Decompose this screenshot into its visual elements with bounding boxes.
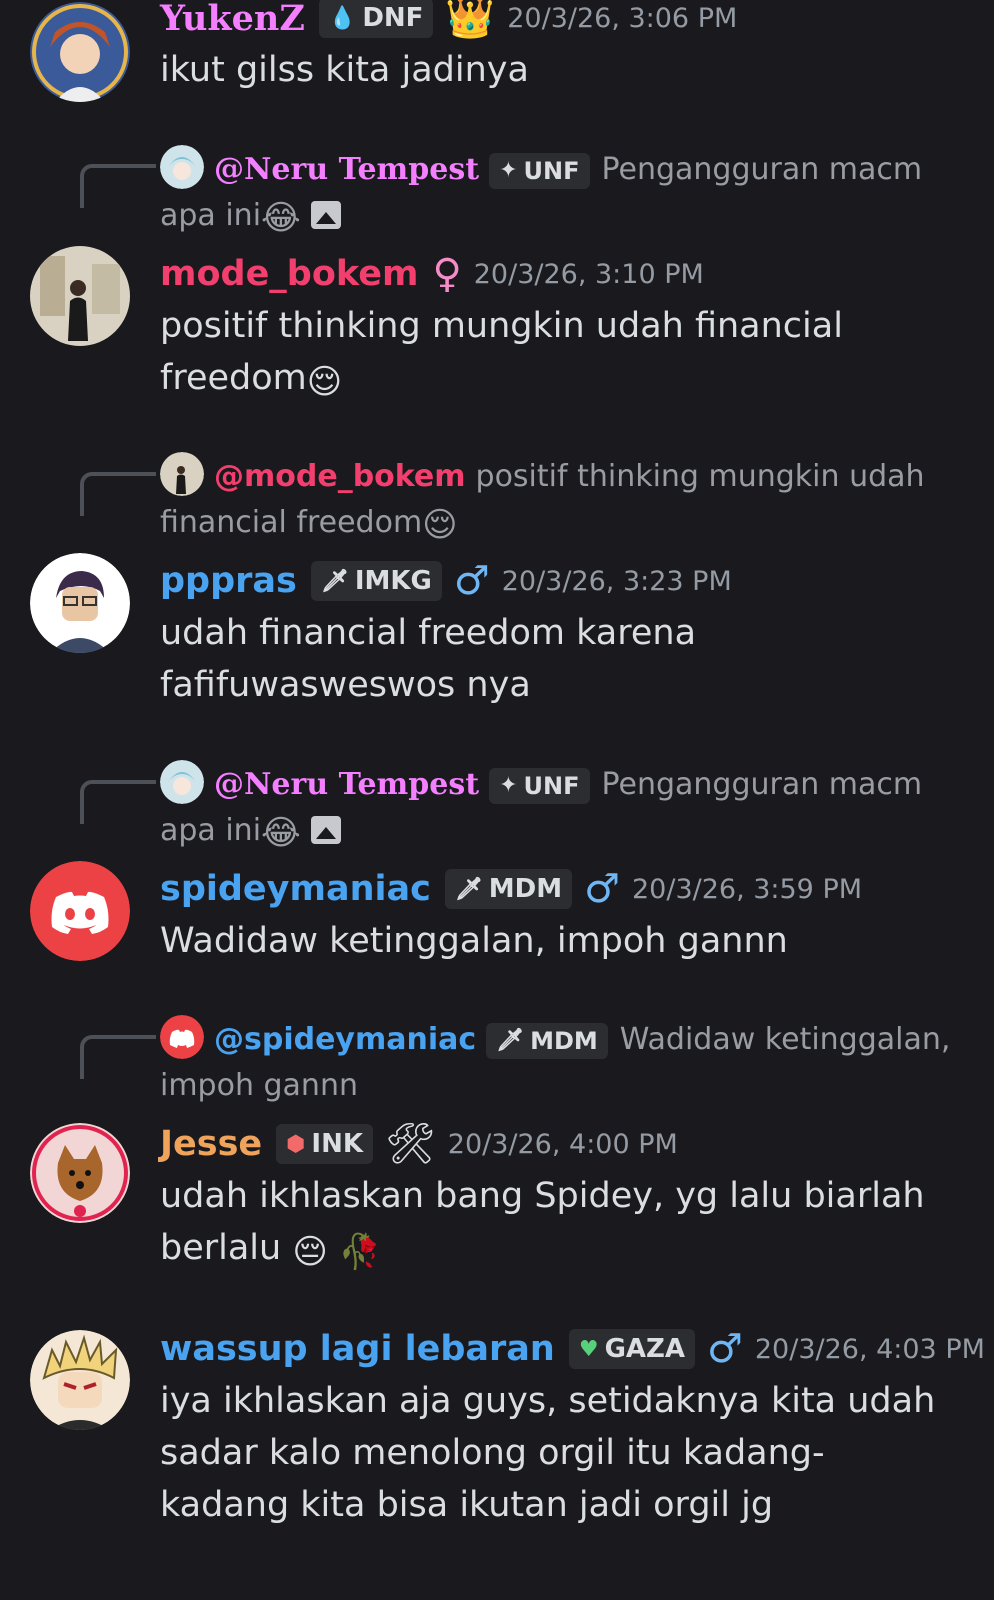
username[interactable]: wassup lagi lebaran [160, 1329, 555, 1369]
username[interactable]: pppras [160, 561, 297, 601]
reply-server-tag: ✦ UNF [489, 768, 590, 804]
timestamp: 20/3/26, 4:00 PM [447, 1128, 678, 1160]
username[interactable]: spideymaniac [160, 869, 431, 909]
crown-icon: 👑 [445, 0, 496, 41]
reply-username[interactable]: @Neru Tempest [214, 767, 479, 802]
server-tag[interactable]: 🗡 MDM [444, 869, 573, 909]
red-gem-icon: ⬢ [286, 1131, 306, 1157]
username[interactable]: YukenZ [160, 0, 305, 39]
message-header: Jesse ⬢ INK 🛠 20/3/26, 4:00 PM [160, 1118, 678, 1170]
message-header: mode_bokem ♀ 20/3/26, 3:10 PM [160, 248, 704, 300]
reply-server-tag: 🗡 MDM [486, 1023, 608, 1059]
message-content: ikut gilss kita jadinya [160, 50, 529, 90]
server-tag-label: DNF [362, 3, 424, 33]
reply-avatar [160, 1015, 204, 1059]
reply-avatar [160, 452, 204, 496]
server-tag-label: IMKG [354, 566, 432, 596]
server-tag[interactable]: ♥ GAZA [568, 1329, 695, 1369]
message-header: spideymaniac 🗡 MDM ♂ 20/3/26, 3:59 PM [160, 863, 862, 915]
server-tag-label: GAZA [604, 1334, 685, 1364]
reply-username[interactable]: @spideymaniac [214, 1022, 476, 1057]
sparkle-icon: ✦ [499, 773, 518, 798]
reply-connector [80, 1035, 156, 1079]
timestamp: 20/3/26, 3:59 PM [631, 873, 863, 905]
avatar[interactable] [30, 1330, 130, 1430]
male-icon: ♂ [584, 866, 620, 912]
water-drop-icon: 💧 [328, 5, 357, 31]
server-tag[interactable]: ⬢ INK [276, 1124, 373, 1164]
reply-emoji: 😂 [261, 813, 301, 853]
message-header: pppras 🗡 IMKG ♂ 20/3/26, 3:23 PM [160, 555, 732, 607]
server-tag-label: MDM [488, 874, 563, 904]
image-icon [310, 201, 341, 229]
message-header: YukenZ 💧 DNF 👑 20/3/26, 3:06 PM [160, 0, 737, 44]
reply-emoji: 😂 [261, 198, 301, 238]
reply-preview[interactable]: @spideymaniac 🗡 MDM Wadidaw ketinggalan, im… [160, 1015, 960, 1109]
male-icon: ♂ [707, 1326, 743, 1372]
timestamp: 20/3/26, 4:03 PM [754, 1333, 985, 1365]
tools-icon: 🛠 [384, 1121, 436, 1167]
image-icon [310, 816, 341, 844]
reply-connector [80, 472, 156, 516]
timestamp: 20/3/26, 3:23 PM [501, 565, 732, 597]
reply-connector [80, 164, 156, 208]
reply-tag-label: UNF [523, 772, 580, 800]
avatar[interactable] [30, 246, 130, 346]
reply-username[interactable]: @Neru Tempest [214, 152, 479, 187]
server-tag-label: INK [311, 1129, 363, 1159]
message-content: iya ikhlaskan aja guys, setidaknya kita … [160, 1381, 936, 1525]
server-tag[interactable]: 💧 DNF [318, 0, 434, 38]
sword-icon: 🗡 [454, 876, 483, 902]
avatar[interactable] [30, 553, 130, 653]
avatar[interactable] [30, 1123, 130, 1223]
timestamp: 20/3/26, 3:06 PM [507, 2, 738, 34]
message-content: udah ikhlaskan bang Spidey, yg lalu biar… [160, 1170, 940, 1274]
relieved-emoji: 😌 [306, 362, 343, 402]
server-tag[interactable]: 🗡 IMKG [310, 561, 442, 601]
reply-tag-label: MDM [530, 1027, 598, 1055]
message-content: udah financial freedom karena fafifuwasw… [160, 613, 697, 705]
username[interactable]: Jesse [160, 1124, 262, 1164]
reply-preview[interactable]: @Neru Tempest ✦ UNF Pengangguran macm apa i… [160, 760, 960, 854]
reply-connector [80, 780, 156, 824]
pensive-emoji: 😔 🥀 [292, 1232, 381, 1272]
male-icon: ♂ [453, 558, 490, 604]
reply-username[interactable]: @mode_bokem [214, 459, 466, 494]
message-text: udah ikhlaskan bang Spidey, yg lalu biar… [160, 1176, 925, 1268]
avatar[interactable] [30, 2, 130, 102]
avatar[interactable] [30, 861, 130, 961]
female-icon: ♀ [432, 251, 462, 297]
message-content: Wadidaw ketinggalan, impoh gannn [160, 921, 788, 961]
reply-tag-label: UNF [523, 157, 580, 185]
sword-icon: 🗡 [496, 1028, 525, 1053]
username[interactable]: mode_bokem [160, 254, 418, 294]
reply-preview[interactable]: @Neru Tempest ✦ UNF Pengangguran macm apa i… [160, 145, 960, 239]
message-header: wassup lagi lebaran ♥ GAZA ♂ 20/3/26, 4:… [160, 1323, 985, 1375]
sword-icon: 🗡 [320, 568, 349, 594]
timestamp: 20/3/26, 3:10 PM [473, 258, 704, 290]
green-heart-icon: ♥ [578, 1336, 599, 1362]
reply-server-tag: ✦ UNF [489, 153, 590, 189]
message-content: positif thinking mungkin udah financial … [160, 300, 940, 404]
reply-preview[interactable]: @mode_bokem positif thinking mungkin udah… [160, 452, 960, 546]
reply-avatar [160, 145, 204, 189]
reply-avatar [160, 760, 204, 804]
message-text: positif thinking mungkin udah financial … [160, 306, 843, 398]
reply-emoji: 😌 [422, 505, 458, 545]
sparkle-icon: ✦ [499, 158, 518, 183]
